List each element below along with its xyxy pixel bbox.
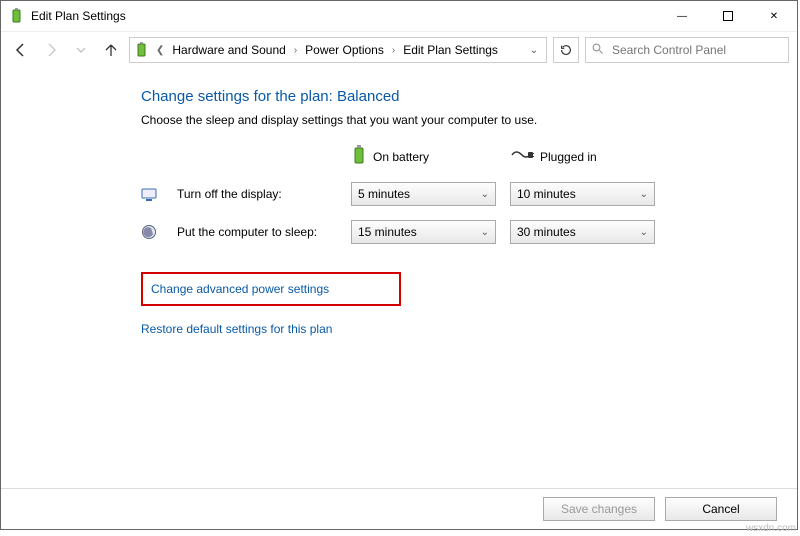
col-plugged-label: Plugged in — [540, 150, 597, 164]
chevron-down-icon: ⌄ — [481, 189, 489, 200]
chevron-right-icon[interactable]: › — [292, 45, 299, 56]
content: Change settings for the plan: Balanced C… — [1, 68, 797, 489]
chevron-down-icon: ⌄ — [640, 189, 648, 200]
display-battery-value: 5 minutes — [358, 187, 410, 201]
recent-dropdown-button[interactable] — [69, 38, 93, 62]
link-advanced-settings[interactable]: Change advanced power settings — [151, 282, 329, 296]
sleep-battery-select[interactable]: 15 minutes ⌄ — [351, 220, 496, 244]
close-button[interactable]: ✕ — [751, 1, 797, 31]
power-options-icon — [134, 42, 150, 58]
link-restore-defaults[interactable]: Restore default settings for this plan — [141, 322, 332, 336]
breadcrumb[interactable]: ❮ Hardware and Sound › Power Options › E… — [129, 37, 547, 63]
window: Edit Plan Settings — ✕ ❮ — [0, 0, 798, 530]
sleep-battery-value: 15 minutes — [358, 225, 417, 239]
chevron-down-icon: ⌄ — [640, 227, 648, 238]
minimize-button[interactable]: — — [659, 1, 705, 31]
power-options-app-icon — [9, 8, 25, 24]
breadcrumb-seg-hardware[interactable]: Hardware and Sound — [168, 43, 289, 57]
back-button[interactable] — [9, 38, 33, 62]
plug-icon — [510, 147, 534, 166]
titlebar: Edit Plan Settings — ✕ — [1, 1, 797, 32]
sleep-icon — [141, 224, 157, 240]
highlight-box: Change advanced power settings — [141, 272, 401, 306]
cancel-button[interactable]: Cancel — [665, 497, 777, 521]
breadcrumb-seg-editplan[interactable]: Edit Plan Settings — [399, 43, 502, 57]
page-subheading: Choose the sleep and display settings th… — [141, 113, 797, 127]
breadcrumb-seg-power[interactable]: Power Options — [301, 43, 388, 57]
settings-grid: On battery Plugged in Turn off the displ… — [141, 145, 797, 244]
search-input[interactable] — [610, 42, 782, 58]
up-button[interactable] — [99, 38, 123, 62]
watermark: wsxdn.com — [746, 523, 796, 534]
row-display-label: Turn off the display: — [177, 187, 337, 201]
search-icon — [592, 43, 604, 58]
chevron-right-icon[interactable]: ❮ — [154, 45, 166, 56]
battery-icon — [351, 145, 367, 168]
display-plugged-select[interactable]: 10 minutes ⌄ — [510, 182, 655, 206]
column-on-battery: On battery — [351, 145, 496, 168]
search-box[interactable] — [585, 37, 789, 63]
col-battery-label: On battery — [373, 150, 429, 164]
page-heading: Change settings for the plan: Balanced — [141, 88, 797, 105]
footer: Save changes Cancel — [1, 489, 797, 529]
save-button[interactable]: Save changes — [543, 497, 655, 521]
forward-button[interactable] — [39, 38, 63, 62]
breadcrumb-dropdown-icon[interactable]: ⌄ — [526, 45, 542, 56]
display-plugged-value: 10 minutes — [517, 187, 576, 201]
sleep-plugged-value: 30 minutes — [517, 225, 576, 239]
chevron-right-icon[interactable]: › — [390, 45, 397, 56]
window-title: Edit Plan Settings — [31, 9, 126, 23]
display-icon — [141, 186, 157, 202]
chevron-down-icon: ⌄ — [481, 227, 489, 238]
maximize-button[interactable] — [705, 1, 751, 31]
nav-row: ❮ Hardware and Sound › Power Options › E… — [1, 32, 797, 68]
row-sleep-label: Put the computer to sleep: — [177, 225, 337, 239]
column-plugged-in: Plugged in — [510, 147, 655, 166]
display-battery-select[interactable]: 5 minutes ⌄ — [351, 182, 496, 206]
sleep-plugged-select[interactable]: 30 minutes ⌄ — [510, 220, 655, 244]
refresh-button[interactable] — [553, 37, 579, 63]
